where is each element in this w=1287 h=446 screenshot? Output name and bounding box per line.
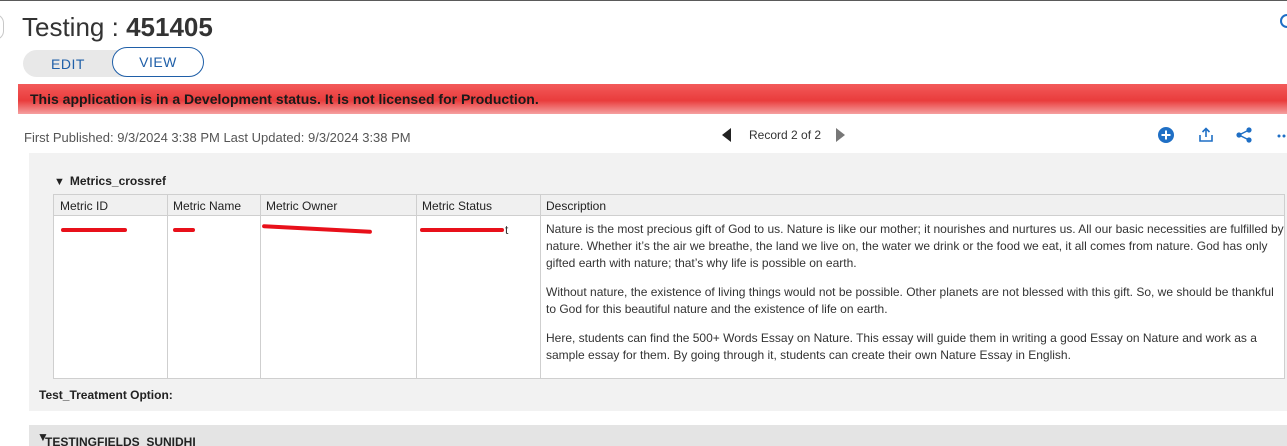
collapse-triangle-icon[interactable]: ▼ [54,176,65,188]
export-icon[interactable] [1197,126,1215,144]
testingfields-title-text: TESTINGFIELDS_SUNIDHI [45,435,196,446]
treatment-option-label: Test_Treatment Option: [39,388,173,402]
edit-mode-button[interactable]: EDIT [23,51,113,78]
record-id: 451405 [126,12,213,42]
column-divider [260,195,261,378]
description-paragraph: Nature is the most precious gift of God … [546,222,1284,270]
metrics-section-title: Metrics_crossref [69,174,166,188]
testingfields-section-header[interactable]: ▼ TESTINGFIELDS_SUNIDHI [29,425,1287,446]
info-icon[interactable] [1280,14,1287,28]
record-meta: First Published: 9/3/2024 3:38 PM Last U… [24,130,411,145]
development-status-banner: This application is in a Development sta… [18,84,1287,114]
metrics-section-header[interactable]: ▼ Metrics_crossref [54,174,166,188]
page-title-label: Testing : [22,12,127,42]
top-border [0,0,1287,1]
redacted-metric-id[interactable] [61,228,127,232]
column-header-description[interactable]: Description [546,199,606,213]
next-record-icon[interactable] [836,128,845,142]
column-header-metric-name[interactable]: Metric Name [173,199,241,213]
add-icon[interactable] [1157,126,1175,144]
back-button[interactable] [0,14,4,40]
metric-status-suffix: t [505,223,509,237]
view-mode-button[interactable]: VIEW [112,47,204,77]
redacted-metric-status [420,228,504,232]
banner-text: This application is in a Development sta… [30,91,539,107]
more-icon[interactable] [1276,126,1287,144]
redacted-metric-name[interactable] [173,228,195,232]
column-divider [416,195,417,378]
description-cell: Nature is the most precious gift of God … [546,221,1284,376]
column-divider [167,195,168,378]
mode-toggle: EDIT VIEW [23,47,204,78]
page-title: Testing : 451405 [22,12,213,43]
previous-record-icon[interactable] [722,128,731,142]
column-header-metric-id[interactable]: Metric ID [60,199,108,213]
metrics-table: Metric ID Metric Name Metric Owner Metri… [53,194,1285,379]
column-divider [540,195,541,378]
column-header-metric-owner[interactable]: Metric Owner [266,199,337,213]
description-paragraph: Here, students can find the 500+ Words E… [546,331,1257,362]
redacted-metric-owner [261,224,373,234]
testingfields-section-title: ▼ TESTINGFIELDS_SUNIDHI [37,430,196,446]
share-icon[interactable] [1235,126,1253,144]
record-position: Record 2 of 2 [749,128,822,142]
description-paragraph: Without nature, the existence of living … [546,285,1274,316]
column-header-metric-status[interactable]: Metric Status [422,199,492,213]
